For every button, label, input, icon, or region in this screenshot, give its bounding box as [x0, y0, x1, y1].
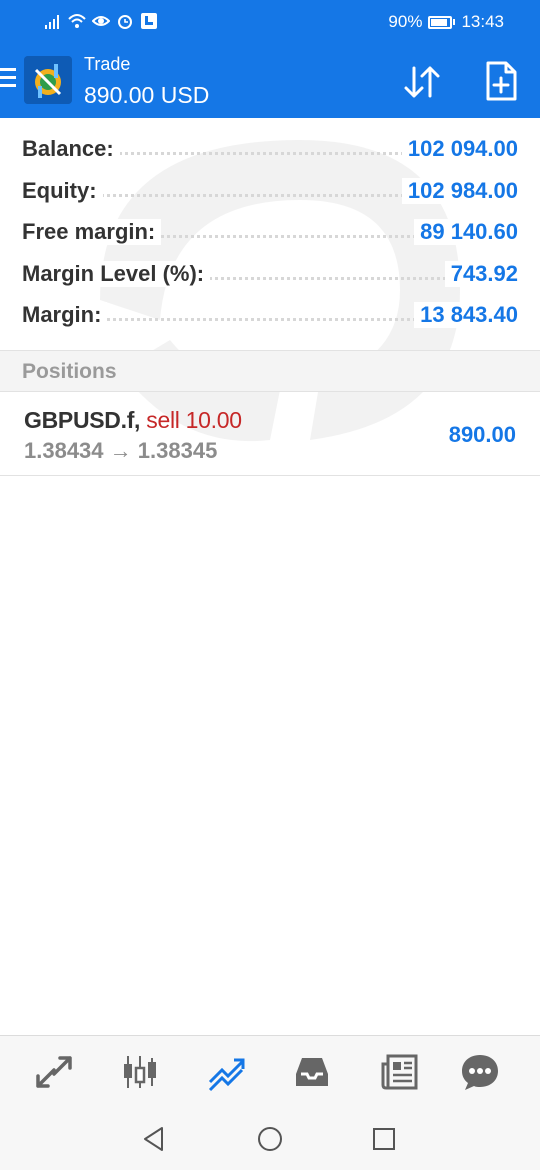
back-icon[interactable] — [140, 1125, 168, 1153]
summary-value: 102 094.00 — [401, 136, 518, 162]
summary-label: Equity: — [22, 177, 103, 204]
app-bar: Trade 890.00 USD — [0, 44, 540, 118]
battery-icon — [428, 15, 456, 29]
eye-icon — [92, 16, 110, 26]
quotes-icon[interactable] — [34, 1052, 74, 1092]
positions-section-header: Positions — [0, 350, 540, 392]
summary-row-margin-level: Margin Level (%): 743.92 — [0, 255, 540, 297]
position-row[interactable]: GBPUSD.f, sell 10.00 1.38434 → 1.38345 8… — [0, 393, 540, 476]
summary-label: Margin Level (%): — [22, 260, 211, 287]
summary-row-equity: Equity: 102 984.00 — [0, 172, 540, 214]
signal-icon — [45, 15, 59, 29]
summary-label: Margin: — [22, 302, 108, 328]
position-open-price: 1.38434 — [24, 438, 104, 463]
arrow-icon: → — [109, 438, 132, 463]
home-icon[interactable] — [256, 1125, 284, 1153]
trade-icon[interactable] — [206, 1052, 246, 1092]
app-notification-icon — [141, 13, 157, 29]
menu-icon[interactable] — [0, 68, 16, 92]
history-icon[interactable] — [292, 1052, 332, 1092]
chart-icon[interactable] — [120, 1052, 160, 1092]
position-side-volume: sell 10.00 — [146, 407, 242, 433]
position-symbol: GBPUSD.f, — [24, 407, 141, 433]
summary-value: 102 984.00 — [401, 177, 518, 204]
position-profit: 890.00 — [448, 422, 516, 447]
battery-percent: 90% — [388, 12, 423, 31]
status-bar: 90% 13:43 — [0, 0, 540, 44]
bottom-tab-bar — [0, 1035, 540, 1107]
page-title: Trade — [84, 54, 131, 74]
account-summary: Balance: 102 094.00 Equity: 102 984.00 F… — [0, 130, 540, 338]
position-current-price: 1.38345 — [137, 438, 218, 463]
new-order-icon[interactable] — [482, 60, 520, 102]
news-icon[interactable] — [380, 1052, 420, 1092]
summary-value: 743.92 — [444, 260, 518, 287]
system-nav-bar — [0, 1107, 540, 1170]
chat-icon[interactable] — [460, 1052, 500, 1092]
alarm-icon — [118, 15, 132, 29]
summary-row-balance: Balance: 102 094.00 — [0, 130, 540, 172]
summary-value: 89 140.60 — [414, 219, 518, 245]
section-title: Positions — [22, 360, 117, 383]
summary-label: Balance: — [22, 136, 120, 162]
summary-row-free-margin: Free margin: 89 140.60 — [0, 213, 540, 255]
wifi-icon — [68, 14, 86, 28]
summary-value: 13 843.40 — [414, 302, 518, 328]
clock: 13:43 — [461, 12, 504, 31]
sort-icon[interactable] — [402, 62, 442, 102]
summary-row-margin: Margin: 13 843.40 — [0, 296, 540, 338]
summary-label: Free margin: — [22, 219, 162, 245]
account-profit: 890.00 USD — [84, 82, 210, 108]
app-logo — [24, 56, 72, 104]
recents-icon[interactable] — [370, 1125, 398, 1153]
